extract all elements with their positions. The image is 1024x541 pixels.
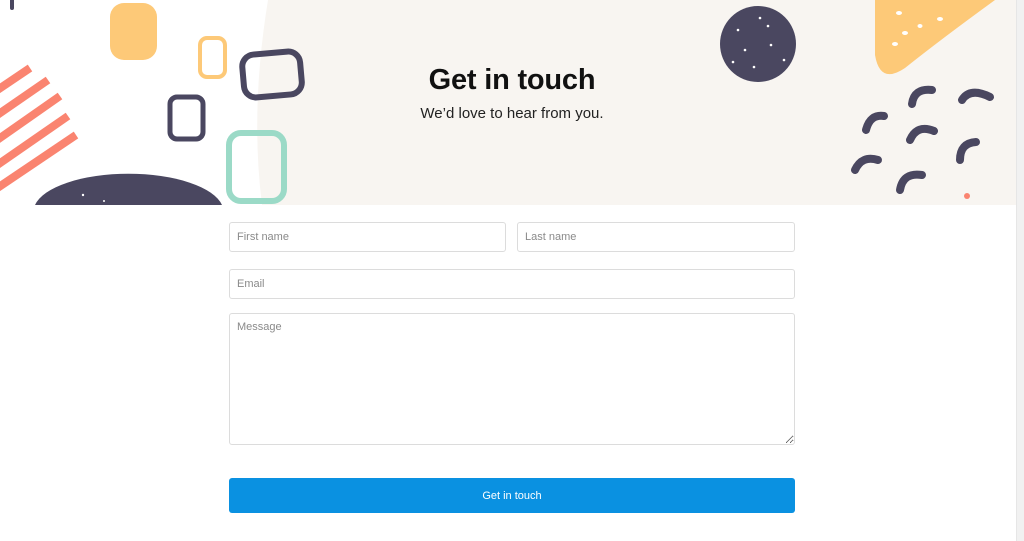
hero-text: Get in touch We’d love to hear from you. bbox=[312, 62, 712, 124]
page-title: Get in touch bbox=[428, 64, 596, 96]
hero-banner: Get in touch We’d love to hear from you. bbox=[0, 0, 1024, 205]
page-subtitle: We’d love to hear from you. bbox=[420, 105, 604, 122]
submit-button[interactable]: Get in touch bbox=[229, 478, 795, 513]
contact-page: Get in touch We’d love to hear from you.… bbox=[0, 0, 1024, 541]
first-name-input[interactable] bbox=[229, 222, 506, 252]
message-textarea[interactable] bbox=[229, 313, 795, 445]
page-scrollbar[interactable] bbox=[1016, 0, 1024, 541]
last-name-input[interactable] bbox=[517, 222, 795, 252]
email-input[interactable] bbox=[229, 269, 795, 299]
